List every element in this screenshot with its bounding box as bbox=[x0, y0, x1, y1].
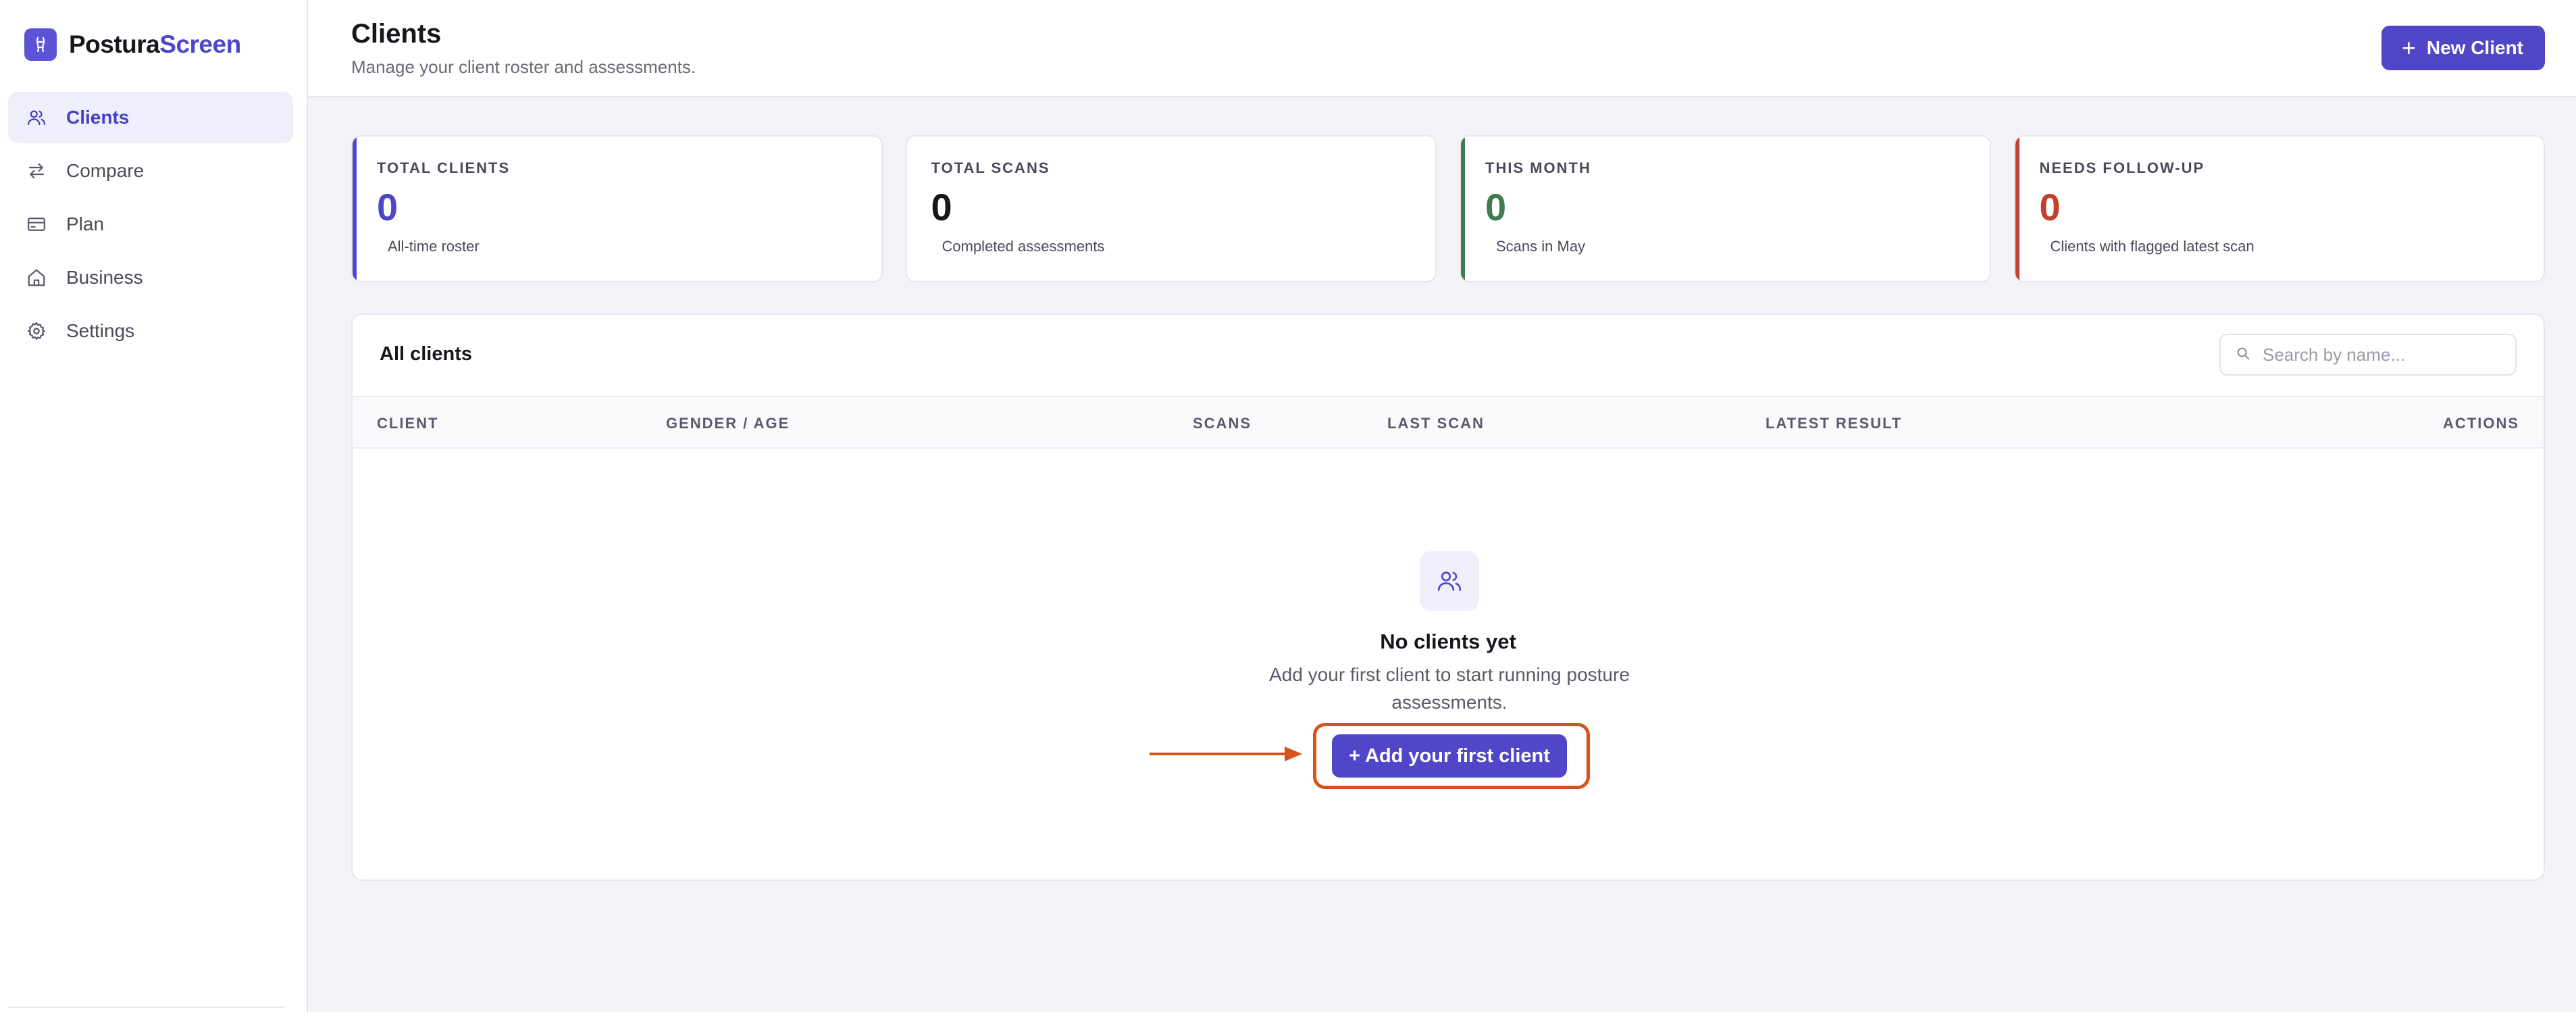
sidebar-nav: Clients Compare Plan Business Settings bbox=[8, 92, 293, 359]
stats-row: TOTAL CLIENTS 0 All-time roster TOTAL SC… bbox=[351, 135, 2545, 282]
stat-value: 0 bbox=[2039, 186, 2061, 228]
brand-name-part1: Postura bbox=[69, 30, 160, 58]
swap-arrows-icon bbox=[26, 160, 47, 182]
stat-caption: Scans in May bbox=[1496, 238, 1586, 255]
stat-accent-bar bbox=[353, 136, 357, 281]
sidebar-item-settings[interactable]: Settings bbox=[8, 305, 293, 357]
stat-caption: All-time roster bbox=[388, 238, 480, 255]
sidebar-divider bbox=[8, 1007, 285, 1008]
brand-name-part2: Screen bbox=[159, 30, 241, 58]
brand-name: PosturaScreen bbox=[69, 30, 241, 59]
stat-label: TOTAL CLIENTS bbox=[377, 159, 511, 176]
stat-caption: Clients with flagged latest scan bbox=[2050, 238, 2255, 255]
pointer-arrow-icon bbox=[1150, 747, 1302, 761]
column-header-actions: ACTIONS bbox=[2443, 415, 2519, 432]
stat-value: 0 bbox=[377, 186, 398, 228]
stat-accent-bar bbox=[1461, 136, 1465, 281]
sidebar-item-business[interactable]: Business bbox=[8, 252, 293, 303]
sidebar: PosturaScreen Clients Compare Plan Busin… bbox=[0, 0, 308, 1012]
sidebar-item-clients[interactable]: Clients bbox=[8, 92, 293, 143]
stat-label: THIS MONTH bbox=[1485, 159, 1591, 176]
stat-label: TOTAL SCANS bbox=[931, 159, 1050, 176]
column-header-last-scan[interactable]: LAST SCAN bbox=[1387, 415, 1485, 432]
column-header-client[interactable]: CLIENT bbox=[377, 415, 438, 432]
stat-card-this-month: THIS MONTH 0 Scans in May bbox=[1460, 135, 1991, 282]
gear-icon bbox=[26, 320, 47, 342]
stat-accent-bar bbox=[2015, 136, 2019, 281]
plus-icon: + bbox=[2401, 34, 2416, 61]
column-header-gender-age[interactable]: GENDER / AGE bbox=[666, 415, 790, 432]
new-client-label: New Client bbox=[2426, 37, 2523, 58]
search-input[interactable] bbox=[2263, 344, 2506, 365]
empty-state-title: No clients yet bbox=[1380, 630, 1516, 653]
page-title: Clients bbox=[351, 19, 442, 49]
sidebar-item-label: Clients bbox=[66, 107, 130, 128]
sidebar-item-label: Settings bbox=[66, 320, 135, 341]
stat-card-total-scans: TOTAL SCANS 0 Completed assessments bbox=[905, 135, 1437, 282]
clients-panel: All clients CLIENT GENDER / AGE SCANS LA… bbox=[351, 313, 2545, 881]
users-icon bbox=[26, 107, 47, 128]
page-header: Clients Manage your client roster and as… bbox=[308, 0, 2576, 97]
sidebar-item-plan[interactable]: Plan bbox=[8, 199, 293, 250]
table-header: CLIENT GENDER / AGE SCANS LAST SCAN LATE… bbox=[353, 396, 2544, 449]
search-icon bbox=[2236, 346, 2250, 364]
sidebar-item-label: Business bbox=[66, 267, 143, 288]
brand[interactable]: PosturaScreen bbox=[24, 28, 241, 61]
empty-state-users-icon bbox=[1420, 551, 1479, 611]
column-header-latest-result[interactable]: LATEST RESULT bbox=[1766, 415, 1902, 432]
stat-card-needs-follow-up: NEEDS FOLLOW-UP 0 Clients with flagged l… bbox=[2013, 135, 2545, 282]
card-icon bbox=[26, 213, 47, 235]
empty-state-text: Add your first client to start running p… bbox=[1269, 664, 1630, 713]
stat-caption: Completed assessments bbox=[942, 238, 1105, 255]
new-client-button[interactable]: + New Client bbox=[2381, 26, 2545, 70]
column-header-scans[interactable]: SCANS bbox=[1193, 415, 1252, 432]
stat-card-total-clients: TOTAL CLIENTS 0 All-time roster bbox=[351, 135, 883, 282]
search-box[interactable] bbox=[2219, 334, 2517, 376]
add-first-client-button[interactable]: + Add your first client bbox=[1332, 734, 1567, 778]
sidebar-item-label: Compare bbox=[66, 160, 145, 181]
sidebar-item-compare[interactable]: Compare bbox=[8, 145, 293, 197]
brand-logo-icon bbox=[24, 28, 57, 61]
stat-value: 0 bbox=[931, 186, 952, 228]
panel-title: All clients bbox=[380, 343, 472, 365]
home-icon bbox=[26, 267, 47, 288]
page-subtitle: Manage your client roster and assessment… bbox=[351, 57, 696, 77]
stat-value: 0 bbox=[1485, 186, 1507, 228]
sidebar-item-label: Plan bbox=[66, 213, 105, 234]
stat-label: NEEDS FOLLOW-UP bbox=[2039, 159, 2205, 176]
